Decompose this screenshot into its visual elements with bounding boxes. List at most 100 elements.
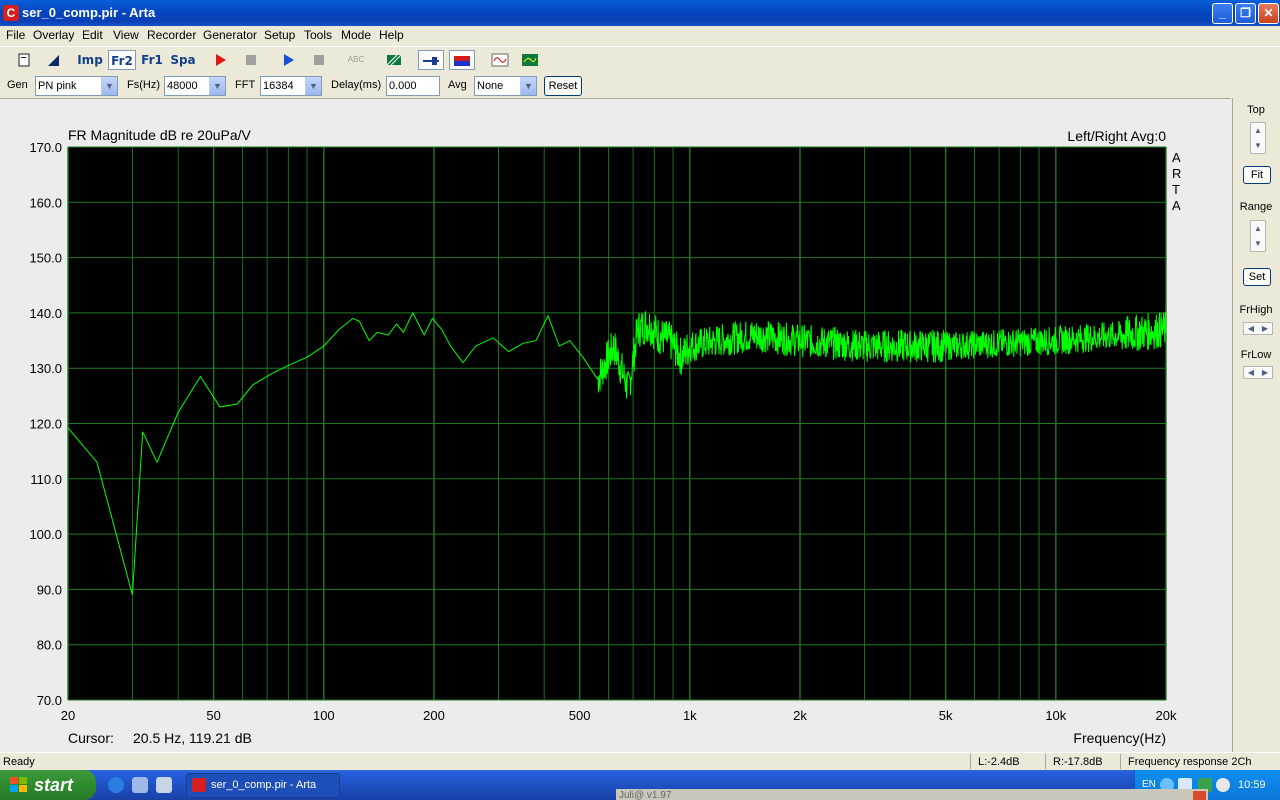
cursor-value: 20.5 Hz, 119.21 dB bbox=[133, 730, 252, 746]
abc-disabled-button[interactable]: ABC bbox=[343, 50, 369, 70]
close-button[interactable]: ✕ bbox=[1258, 3, 1279, 24]
chevron-down-icon[interactable]: ▼ bbox=[520, 77, 536, 95]
imp-mode-button[interactable]: Imp bbox=[76, 50, 104, 70]
spin-down-icon[interactable]: ▼ bbox=[1251, 236, 1265, 251]
taskbar-arta-label: ser_0_comp.pir - Arta bbox=[211, 779, 317, 791]
y-tick-label: 90.0 bbox=[37, 582, 62, 597]
x-tick-label: 1k bbox=[683, 708, 697, 723]
samplerate-select[interactable]: 48000 ▼ bbox=[164, 76, 226, 96]
y-tick-label: 160.0 bbox=[29, 195, 62, 210]
fr1-mode-button[interactable]: Fr1 bbox=[138, 50, 166, 70]
frequency-response-chart[interactable]: 170.0 160.0 150.0 140.0 130.0 120.0 110.0 100.0… bbox=[0, 99, 1231, 753]
side-panel: Top ▲ ▼ Fit Range ▲ ▼ Set FrHigh ◀ ▶ FrLow … bbox=[1232, 98, 1280, 752]
spa-mode-button[interactable]: Spa bbox=[169, 50, 197, 70]
record-play-icon[interactable] bbox=[209, 50, 231, 70]
quicklaunch-app-icon[interactable] bbox=[156, 777, 172, 793]
menu-mode[interactable]: Mode bbox=[341, 28, 371, 42]
close-icon[interactable] bbox=[1193, 791, 1206, 800]
chevron-down-icon[interactable]: ▼ bbox=[305, 77, 321, 95]
spin-right-icon[interactable]: ▶ bbox=[1258, 367, 1272, 378]
app-icon[interactable]: C bbox=[3, 5, 19, 21]
clock: 10:59 bbox=[1238, 779, 1266, 791]
frlow-spinner[interactable]: ◀ ▶ bbox=[1243, 366, 1273, 379]
y-tick-label: 150.0 bbox=[29, 251, 62, 266]
minimize-button[interactable]: _ bbox=[1212, 3, 1233, 24]
spin-down-icon[interactable]: ▼ bbox=[1251, 138, 1265, 153]
menu-file[interactable]: File bbox=[6, 28, 25, 42]
spin-left-icon[interactable]: ◀ bbox=[1244, 323, 1258, 334]
fft-select[interactable]: 16384 ▼ bbox=[260, 76, 322, 96]
menu-bar: File Overlay Edit View Recorder Generato… bbox=[0, 26, 1280, 45]
fr2-mode-button[interactable]: Fr2 bbox=[108, 50, 136, 70]
hatch-pattern-icon[interactable] bbox=[383, 50, 405, 70]
frhigh-spinner[interactable]: ◀ ▶ bbox=[1243, 322, 1273, 335]
generator-stop-icon[interactable] bbox=[308, 50, 330, 70]
arta-app-icon bbox=[192, 778, 206, 792]
range-spinner[interactable]: ▲ ▼ bbox=[1250, 220, 1266, 252]
new-file-icon[interactable] bbox=[13, 50, 35, 70]
slider-tool-icon[interactable] bbox=[418, 50, 444, 70]
curve-overlay-icon[interactable] bbox=[517, 50, 543, 70]
fft-value: 16384 bbox=[263, 80, 294, 92]
generator-select[interactable]: PN pink ▼ bbox=[35, 76, 118, 96]
arta-letter-1: A bbox=[1172, 150, 1181, 165]
waveform-icon[interactable] bbox=[487, 50, 513, 70]
menu-recorder[interactable]: Recorder bbox=[147, 28, 196, 42]
gen-label: Gen bbox=[7, 79, 28, 91]
channel-info: Left/Right Avg:0 bbox=[1067, 128, 1166, 144]
menu-view[interactable]: View bbox=[113, 28, 139, 42]
status-separator bbox=[970, 754, 971, 769]
background-window-title[interactable]: Juli@ v1.97 bbox=[616, 789, 1208, 800]
spectrum-color-icon[interactable] bbox=[449, 50, 475, 70]
set-button[interactable]: Set bbox=[1243, 268, 1271, 286]
spin-left-icon[interactable]: ◀ bbox=[1244, 367, 1258, 378]
reset-button[interactable]: Reset bbox=[544, 76, 582, 96]
antivirus-tray-icon[interactable] bbox=[1216, 778, 1230, 792]
status-ready: Ready bbox=[3, 756, 35, 768]
start-button[interactable]: start bbox=[0, 770, 96, 800]
window-title: ser_0_comp.pir - Arta bbox=[22, 5, 156, 20]
maximize-button[interactable]: ❐ bbox=[1235, 3, 1256, 24]
chevron-down-icon[interactable]: ▼ bbox=[209, 77, 225, 95]
avg-select[interactable]: None ▼ bbox=[474, 76, 537, 96]
spin-right-icon[interactable]: ▶ bbox=[1258, 323, 1272, 334]
top-spinner[interactable]: ▲ ▼ bbox=[1250, 122, 1266, 154]
delay-input[interactable]: 0.000 bbox=[386, 76, 440, 96]
y-tick-label: 110.0 bbox=[30, 472, 62, 487]
x-tick-label: 2k bbox=[793, 708, 807, 723]
show-desktop-icon[interactable] bbox=[132, 777, 148, 793]
toolbar: Imp Fr2 Fr1 Spa ABC bbox=[0, 46, 1280, 72]
status-bar: Ready L:-2.4dB R:-17.8dB Frequency respo… bbox=[0, 752, 1280, 770]
menu-tools[interactable]: Tools bbox=[304, 28, 332, 42]
spin-up-icon[interactable]: ▲ bbox=[1251, 221, 1265, 236]
avg-label: Avg bbox=[448, 79, 467, 91]
menu-edit[interactable]: Edit bbox=[82, 28, 103, 42]
spin-up-icon[interactable]: ▲ bbox=[1251, 123, 1265, 138]
generator-play-icon[interactable] bbox=[277, 50, 299, 70]
menu-generator[interactable]: Generator bbox=[203, 28, 257, 42]
frhigh-label: FrHigh bbox=[1239, 304, 1273, 316]
plot-panel: 170.0 160.0 150.0 140.0 130.0 120.0 110.0 100.0… bbox=[0, 98, 1231, 752]
x-tick-label: 5k bbox=[939, 708, 953, 723]
x-axis-label: Frequency(Hz) bbox=[1073, 730, 1166, 746]
menu-setup[interactable]: Setup bbox=[264, 28, 295, 42]
x-tick-label: 20 bbox=[61, 708, 75, 723]
chevron-down-icon[interactable]: ▼ bbox=[101, 77, 117, 95]
menu-help[interactable]: Help bbox=[379, 28, 404, 42]
cursor-label: Cursor: bbox=[68, 730, 114, 746]
delay-label: Delay(ms) bbox=[331, 79, 382, 91]
y-tick-label: 100.0 bbox=[29, 527, 62, 542]
range-label: Range bbox=[1239, 201, 1273, 213]
fs-label: Fs(Hz) bbox=[127, 79, 160, 91]
record-stop-icon[interactable] bbox=[240, 50, 262, 70]
fit-button[interactable]: Fit bbox=[1243, 166, 1271, 184]
menu-overlay[interactable]: Overlay bbox=[33, 28, 74, 42]
taskbar-arta-window[interactable]: ser_0_comp.pir - Arta bbox=[186, 773, 340, 798]
title-bar[interactable]: C ser_0_comp.pir - Arta _ ❐ ✕ bbox=[0, 0, 1280, 26]
status-right-level: R:-17.8dB bbox=[1053, 756, 1103, 768]
status-separator bbox=[1120, 754, 1121, 769]
parameter-bar: Gen PN pink ▼ Fs(Hz) 48000 ▼ FFT 16384 ▼… bbox=[0, 73, 1280, 97]
internet-explorer-icon[interactable] bbox=[108, 777, 124, 793]
overlay-icon[interactable] bbox=[42, 50, 64, 70]
status-separator bbox=[1045, 754, 1046, 769]
